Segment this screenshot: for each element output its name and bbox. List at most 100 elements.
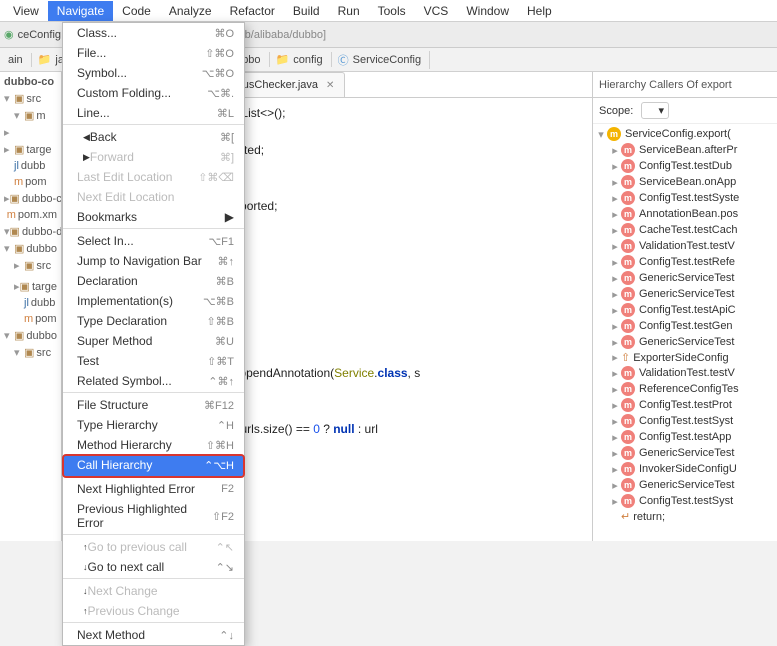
hierarchy-tool-window[interactable]: Hierarchy Callers Of export Scope: ▾ ▾mS… <box>592 72 777 541</box>
project-node[interactable]: ▸▣targe <box>4 141 57 158</box>
menu-item-last-edit-location: Last Edit Location⇧⌘⌫ <box>63 167 244 187</box>
project-node[interactable]: ▾▣m <box>4 107 57 124</box>
menu-item-class-[interactable]: Class...⌘O <box>63 23 244 43</box>
folder-icon: 📁 <box>276 53 290 66</box>
menu-item-select-in-[interactable]: Select In...⌥F1 <box>63 231 244 251</box>
folder-icon: ▣ <box>24 109 34 122</box>
folder-icon: 📁 <box>38 53 52 66</box>
menu-item-symbol-[interactable]: Symbol...⌥⌘O <box>63 63 244 83</box>
hierarchy-item[interactable]: ▸mInvokerSideConfigU <box>595 461 775 477</box>
project-node[interactable]: jldubb <box>4 295 57 311</box>
hierarchy-item[interactable]: ▸mGenericServiceTest <box>595 477 775 493</box>
menu-item-back[interactable]: ◀ Back⌘[ <box>63 127 244 147</box>
hierarchy-item[interactable]: ▸mAnnotationBean.pos <box>595 206 775 222</box>
hierarchy-item[interactable]: ▸mServiceBean.afterPr <box>595 142 775 158</box>
hierarchy-item[interactable]: ▸mConfigTest.testProt <box>595 397 775 413</box>
navigate-menu-dropdown: Class...⌘OFile...⇧⌘OSymbol...⌥⌘OCustom F… <box>62 22 245 646</box>
hierarchy-item[interactable]: ▸mGenericServiceTest <box>595 334 775 350</box>
m-file-icon: m <box>24 313 33 325</box>
hierarchy-item[interactable]: ▸mServiceBean.onApp <box>595 174 775 190</box>
menu-code[interactable]: Code <box>113 1 160 21</box>
project-node[interactable]: ▸▣dubbo-c <box>4 190 57 207</box>
menu-analyze[interactable]: Analyze <box>160 1 221 21</box>
menu-refactor[interactable]: Refactor <box>221 1 284 21</box>
hierarchy-item[interactable]: ▸mValidationTest.testV <box>595 238 775 254</box>
folder-icon: ▣ <box>14 329 24 342</box>
menu-view[interactable]: View <box>4 1 48 21</box>
hierarchy-item[interactable]: ▸⇧ExporterSideConfig <box>595 350 775 365</box>
project-node[interactable]: ▸▣src <box>4 257 57 274</box>
hierarchy-item[interactable]: ▸mConfigTest.testApiC <box>595 302 775 318</box>
hierarchy-item[interactable]: ▸mGenericServiceTest <box>595 286 775 302</box>
hierarchy-item[interactable]: ▸mConfigTest.testRefe <box>595 254 775 270</box>
menu-vcs[interactable]: VCS <box>415 1 458 21</box>
menu-item-jump-to-navigation-bar[interactable]: Jump to Navigation Bar⌘↑ <box>63 251 244 271</box>
menu-item-next-change: ↓ Next Change <box>63 581 244 601</box>
menu-item-declaration[interactable]: Declaration⌘B <box>63 271 244 291</box>
java-file-icon: ◉ <box>4 28 14 41</box>
menu-item-super-method[interactable]: Super Method⌘U <box>63 331 244 351</box>
hierarchy-item[interactable]: ▸mConfigTest.testApp <box>595 429 775 445</box>
menu-item-test[interactable]: Test⇧⌘T <box>63 351 244 371</box>
menu-item-next-method[interactable]: Next Method⌃↓ <box>63 625 244 645</box>
hierarchy-item[interactable]: ▸mConfigTest.testGen <box>595 318 775 334</box>
project-node[interactable]: ▸▣targe <box>4 278 57 295</box>
close-icon[interactable]: ✕ <box>326 80 334 91</box>
folder-icon: ▣ <box>20 280 30 293</box>
menu-bar: ViewNavigateCodeAnalyzeRefactorBuildRunT… <box>0 0 777 22</box>
breadcrumb-config[interactable]: 📁config <box>272 52 332 67</box>
project-node[interactable]: mpom.xm <box>4 207 57 223</box>
project-node[interactable]: mpom <box>4 174 57 190</box>
menu-item-type-hierarchy[interactable]: Type Hierarchy⌃H <box>63 415 244 435</box>
menu-build[interactable]: Build <box>284 1 329 21</box>
up-arrow-icon: ⇧ <box>621 351 630 364</box>
hierarchy-item[interactable]: ▸mConfigTest.testSyste <box>595 190 775 206</box>
hierarchy-item[interactable]: ▸mGenericServiceTest <box>595 270 775 286</box>
folder-icon: ▣ <box>14 143 24 156</box>
menu-run[interactable]: Run <box>329 1 369 21</box>
hierarchy-item[interactable]: ▸mConfigTest.testSyst <box>595 413 775 429</box>
hierarchy-item[interactable]: ▸mConfigTest.testSyst <box>595 493 775 509</box>
menu-item-bookmarks[interactable]: Bookmarks▶ <box>63 207 244 229</box>
menu-item-file-structure[interactable]: File Structure⌘F12 <box>63 395 244 415</box>
hierarchy-item[interactable]: ▸mCacheTest.testCach <box>595 222 775 238</box>
menu-navigate[interactable]: Navigate <box>48 1 113 21</box>
hierarchy-item[interactable]: ▸mReferenceConfigTes <box>595 381 775 397</box>
menu-item-previous-change: ↑ Previous Change <box>63 601 244 623</box>
project-node[interactable]: ▸ <box>4 124 57 141</box>
menu-window[interactable]: Window <box>457 1 518 21</box>
menu-tools[interactable]: Tools <box>369 1 415 21</box>
project-header[interactable]: dubbo-co <box>4 74 57 90</box>
folder-icon: ▣ <box>24 346 34 359</box>
menu-item-custom-folding-[interactable]: Custom Folding...⌥⌘. <box>63 83 244 103</box>
project-node[interactable]: ▾▣dubbo <box>4 327 57 344</box>
menu-item-type-declaration[interactable]: Type Declaration⇧⌘B <box>63 311 244 331</box>
folder-icon: ▣ <box>14 242 24 255</box>
menu-item-line-[interactable]: Line...⌘L <box>63 103 244 125</box>
menu-help[interactable]: Help <box>518 1 561 21</box>
project-node[interactable]: ▾▣dubbo-der <box>4 223 57 240</box>
menu-item-next-highlighted-error[interactable]: Next Highlighted ErrorF2 <box>63 479 244 499</box>
project-tool-window[interactable]: dubbo-co ▾▣src▾▣m▸▸▣targejldubbmpom▸▣dub… <box>0 72 62 541</box>
project-node[interactable]: ▾▣dubbo <box>4 240 57 257</box>
hierarchy-item[interactable]: ▸mGenericServiceTest <box>595 445 775 461</box>
hierarchy-item[interactable]: ▸mConfigTest.testDub <box>595 158 775 174</box>
project-node[interactable]: ▾▣src <box>4 90 57 107</box>
hierarchy-root[interactable]: ▾mServiceConfig.export( <box>595 126 775 142</box>
menu-item-implementation-s-[interactable]: Implementation(s)⌥⌘B <box>63 291 244 311</box>
jl-file-icon: jl <box>14 160 19 172</box>
menu-item-previous-highlighted-error[interactable]: Previous Highlighted Error⇧F2 <box>63 499 244 535</box>
hierarchy-scope-dropdown[interactable]: ▾ <box>641 102 669 119</box>
breadcrumb-ain[interactable]: ain <box>4 53 32 67</box>
project-node[interactable]: ▾▣src <box>4 344 57 361</box>
project-node[interactable]: jldubb <box>4 158 57 174</box>
breadcrumb-ServiceConfig[interactable]: ⒸServiceConfig <box>334 51 430 69</box>
menu-item-go-to-next-call[interactable]: ↓ Go to next call⌃↘ <box>63 557 244 579</box>
menu-item-call-hierarchy[interactable]: Call Hierarchy⌃⌥H <box>63 455 244 477</box>
project-node[interactable]: mpom <box>4 311 57 327</box>
menu-item-file-[interactable]: File...⇧⌘O <box>63 43 244 63</box>
menu-item-method-hierarchy[interactable]: Method Hierarchy⇧⌘H <box>63 435 244 455</box>
hierarchy-item[interactable]: ↵return; <box>595 509 775 524</box>
hierarchy-item[interactable]: ▸mValidationTest.testV <box>595 365 775 381</box>
menu-item-related-symbol-[interactable]: Related Symbol...⌃⌘↑ <box>63 371 244 393</box>
